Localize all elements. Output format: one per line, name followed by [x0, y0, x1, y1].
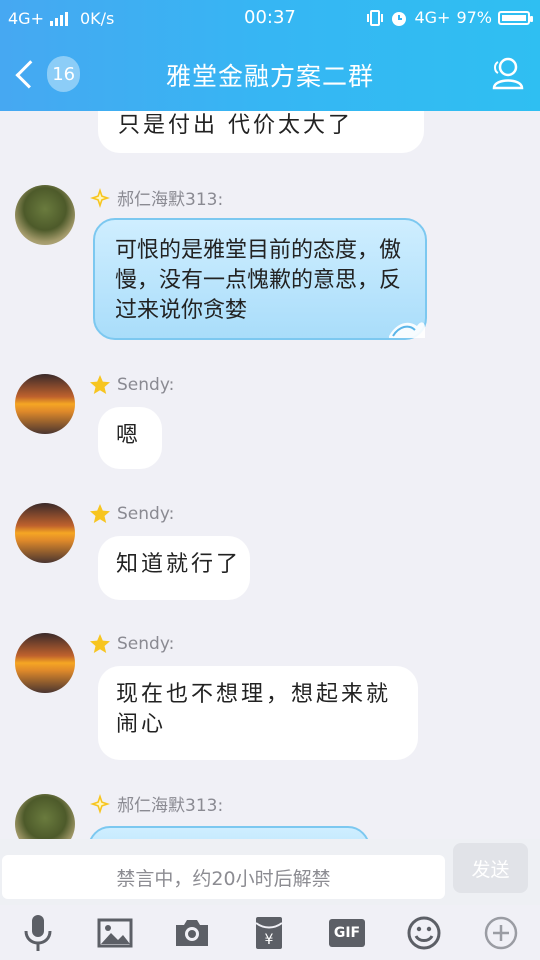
top-bar: 4G+ 0K/s 00:37 4G+ 97% 16 雅堂金融方案二群 — [0, 0, 540, 111]
svg-text:¥: ¥ — [265, 932, 274, 948]
battery-icon — [498, 10, 533, 25]
more-button[interactable] — [481, 913, 521, 953]
member-star-icon — [90, 634, 110, 653]
sender-name: Sendy: — [89, 374, 174, 396]
status-left: 4G+ 0K/s — [8, 9, 114, 28]
wave-decoration-icon — [389, 322, 425, 338]
sender-name: 郝仁海默313: — [89, 185, 223, 210]
member-star-icon — [90, 793, 110, 814]
message-text: 嗯 — [116, 423, 142, 448]
network-type-right: 4G+ — [414, 8, 451, 27]
voice-button[interactable] — [18, 913, 58, 953]
member-star-icon — [90, 504, 110, 523]
plus-icon — [484, 916, 518, 950]
message-text: 现在也不想理，想起来就闹心 — [116, 682, 392, 737]
message-bubble[interactable]: 知道就行了 — [98, 536, 250, 600]
message-text: 知道就行了 — [116, 552, 242, 577]
avatar[interactable] — [15, 503, 75, 563]
message-bubble[interactable] — [88, 826, 370, 839]
message-bubble[interactable]: 可恨的是雅堂目前的态度，傲慢，没有一点愧歉的意思，反过来说你贪婪 — [93, 218, 427, 340]
sender-name: 郝仁海默313: — [89, 791, 223, 816]
sender-name: Sendy: — [89, 503, 174, 525]
message-bubble[interactable]: 现在也不想理，想起来就闹心 — [98, 666, 418, 760]
muted-notice: 禁言中，约20小时后解禁 — [116, 867, 331, 890]
red-packet-icon: ¥ — [255, 917, 283, 949]
battery-percent: 97% — [456, 8, 492, 27]
message-input[interactable]: 禁言中，约20小时后解禁 — [2, 855, 445, 899]
send-button[interactable]: 发送 — [453, 843, 528, 893]
message-bubble[interactable]: 嗯 — [98, 407, 162, 469]
image-icon — [97, 918, 133, 948]
chat-area[interactable]: 只是付出 代价太大了 郝仁海默313: 可恨的是雅堂目前的态度，傲慢，没有一点愧… — [0, 111, 540, 839]
avatar[interactable] — [15, 185, 75, 245]
gif-button[interactable]: GIF — [327, 913, 367, 953]
red-packet-button[interactable]: ¥ — [249, 913, 289, 953]
network-type-left: 4G+ — [8, 9, 44, 28]
member-star-icon — [90, 187, 110, 208]
sender-name: Sendy: — [89, 633, 174, 655]
gif-icon: GIF — [329, 919, 365, 947]
avatar[interactable] — [15, 374, 75, 434]
status-bar: 4G+ 0K/s 00:37 4G+ 97% — [0, 0, 540, 36]
emoji-button[interactable] — [404, 913, 444, 953]
alarm-icon — [392, 11, 407, 26]
vibrate-icon — [367, 9, 384, 26]
message-text: 只是付出 代价太大了 — [118, 113, 353, 138]
network-speed: 0K/s — [79, 9, 115, 28]
chat-title: 雅堂金融方案二群 — [165, 62, 374, 91]
camera-icon — [176, 920, 208, 946]
status-time: 00:37 — [244, 7, 296, 28]
signal-icon — [49, 11, 68, 26]
member-star-icon — [90, 375, 110, 394]
emoji-icon — [407, 916, 441, 950]
status-right: 4G+ 97% — [366, 8, 533, 27]
message-text: 可恨的是雅堂目前的态度，傲慢，没有一点愧歉的意思，反过来说你贪婪 — [115, 238, 402, 323]
group-members-icon[interactable] — [488, 54, 526, 92]
image-button[interactable] — [95, 913, 135, 953]
avatar[interactable] — [15, 633, 75, 693]
input-bar: 禁言中，约20小时后解禁 发送 — [0, 839, 540, 905]
avatar[interactable] — [15, 794, 75, 839]
camera-button[interactable] — [172, 913, 212, 953]
bottom-toolbar: ¥ GIF — [0, 905, 540, 960]
message-bubble[interactable]: 只是付出 代价太大了 — [98, 111, 424, 153]
microphone-icon — [24, 915, 52, 951]
nav-bar: 16 雅堂金融方案二群 — [0, 36, 540, 111]
